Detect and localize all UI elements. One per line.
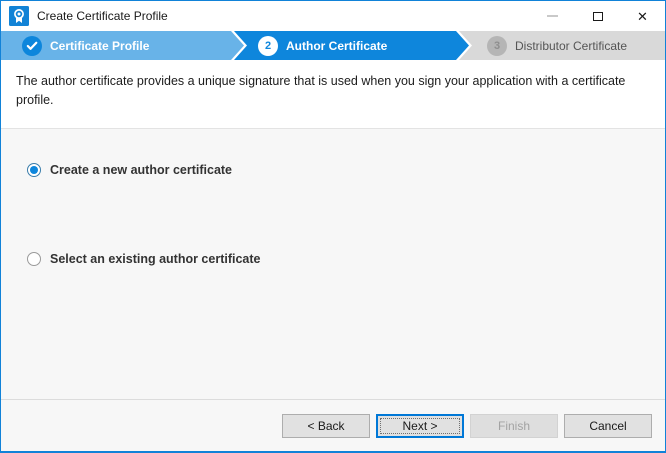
- create-certificate-profile-dialog: Create Certificate Profile ✕ Certificate…: [0, 0, 666, 453]
- close-button[interactable]: ✕: [620, 1, 665, 31]
- finish-button: Finish: [470, 414, 558, 438]
- step-completed-check-icon: [22, 36, 42, 56]
- step-distributor-certificate: 3 Distributor Certificate: [459, 31, 665, 60]
- minimize-icon: [547, 15, 558, 17]
- step-label: Author Certificate: [286, 39, 387, 53]
- window-title: Create Certificate Profile: [37, 9, 168, 23]
- next-button[interactable]: Next >: [376, 414, 464, 438]
- options-area: Create a new author certificate Select a…: [1, 129, 665, 400]
- radio-unselected-icon[interactable]: [27, 252, 41, 266]
- option-create-new-author-certificate[interactable]: Create a new author certificate: [27, 163, 665, 177]
- button-bar: < Back Next > Finish Cancel: [1, 399, 665, 451]
- step-certificate-profile: Certificate Profile: [1, 31, 244, 60]
- cancel-button[interactable]: Cancel: [564, 414, 652, 438]
- step-number-badge: 2: [258, 36, 278, 56]
- step-author-certificate: 2 Author Certificate: [234, 31, 469, 60]
- window-controls: ✕: [530, 1, 665, 31]
- certificate-badge-icon: [9, 6, 29, 26]
- wizard-step-bar: Certificate Profile 2 Author Certificate…: [1, 31, 665, 60]
- maximize-button[interactable]: [575, 1, 620, 31]
- step-label: Distributor Certificate: [515, 39, 627, 53]
- maximize-icon: [593, 12, 603, 21]
- back-button[interactable]: < Back: [282, 414, 370, 438]
- close-icon: ✕: [637, 10, 648, 23]
- radio-label: Create a new author certificate: [50, 163, 232, 177]
- step-label: Certificate Profile: [50, 39, 149, 53]
- option-select-existing-author-certificate[interactable]: Select an existing author certificate: [27, 252, 665, 266]
- step-number-badge: 3: [487, 36, 507, 56]
- radio-label: Select an existing author certificate: [50, 252, 261, 266]
- step-description: The author certificate provides a unique…: [1, 60, 665, 129]
- radio-selected-icon[interactable]: [27, 163, 41, 177]
- minimize-button[interactable]: [530, 1, 575, 31]
- title-bar: Create Certificate Profile ✕: [1, 1, 665, 31]
